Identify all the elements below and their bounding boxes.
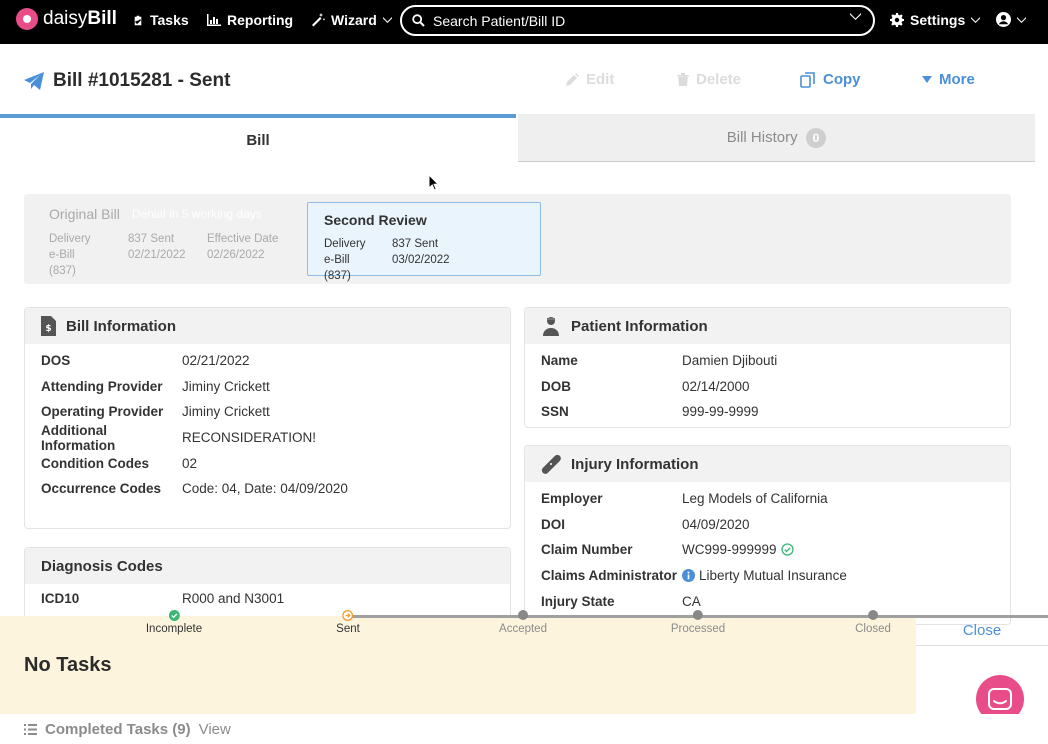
user-menu[interactable] — [996, 12, 1026, 27]
original-bill-card[interactable]: Original Bill Denial in 5 working days D… — [49, 206, 289, 279]
nav-wizard[interactable]: Wizard — [311, 12, 392, 28]
brand-name: daisyBill — [43, 8, 117, 29]
edit-button[interactable]: Edit — [566, 71, 614, 88]
status-step-sent: Sent — [336, 610, 360, 635]
page-header: Bill #1015281 - Sent Edit Delete Copy Mo… — [0, 44, 1048, 114]
check-circle-icon — [780, 543, 794, 557]
no-tasks-message: No Tasks — [24, 654, 112, 676]
list-item: Claim Number WC999-999999 — [525, 537, 1010, 563]
patient-information-panel: Patient Information Name Damien Djibouti … — [524, 307, 1011, 428]
trash-icon — [677, 73, 689, 86]
bar-chart-icon — [207, 14, 221, 26]
nav-settings[interactable]: Settings — [890, 12, 981, 28]
page-title: Bill #1015281 - Sent — [24, 70, 230, 92]
more-button[interactable]: More — [922, 71, 975, 88]
list-item: Claims Administrator Liberty Mutual Insu… — [541, 568, 847, 584]
chevron-down-icon — [1017, 16, 1026, 23]
second-review-card[interactable]: Second Review Delivery e-Bill (837) 837 … — [307, 202, 541, 282]
chevron-down-icon[interactable] — [850, 13, 861, 20]
copy-icon — [800, 71, 815, 88]
denial-note: Denial in 5 working days — [131, 207, 262, 221]
tasks-drawer: No Tasks Incomplete Sent Accepted Proces… — [0, 608, 1048, 744]
clipboard-check-icon — [133, 13, 143, 27]
status-step-closed: Closed — [855, 610, 891, 635]
pencil-icon — [566, 73, 579, 86]
list-item: SSN 999-99-9999 — [541, 404, 759, 420]
injury-information-panel: Injury Information Employer Leg Models of… — [524, 445, 1011, 625]
chevron-down-icon — [382, 17, 392, 23]
status-step-incomplete: Incomplete — [146, 610, 202, 635]
magic-wand-icon — [312, 13, 325, 27]
list-item: DOI 04/09/2020 — [541, 516, 750, 532]
list-item: DOS 02/21/2022 — [41, 353, 250, 369]
search-placeholder: Search Patient/Bill ID — [433, 12, 566, 29]
bill-information-panel: $ Bill Information DOS 02/21/2022 Attendi… — [24, 307, 511, 529]
paper-plane-icon — [24, 72, 44, 90]
list-item: Attending Provider Jiminy Crickett — [41, 378, 270, 394]
chevron-down-icon — [971, 17, 981, 23]
arrow-circle-icon — [342, 610, 354, 621]
search-input[interactable]: Search Patient/Bill ID — [400, 5, 875, 36]
status-step-accepted: Accepted — [499, 610, 547, 635]
daisybill-logo[interactable]: daisyBill — [16, 8, 117, 30]
check-circle-icon — [168, 610, 180, 621]
status-step-processed: Processed — [671, 610, 725, 635]
history-count-badge: 0 — [805, 127, 827, 148]
daisy-flower-icon — [16, 8, 38, 30]
invoice-dollar-icon: $ — [41, 316, 56, 336]
delete-button[interactable]: Delete — [677, 71, 741, 88]
list-item: Occurrence Codes Code: 04, Date: 04/09/20… — [41, 481, 348, 497]
copy-button[interactable]: Copy — [800, 71, 861, 88]
bill-info-rows: DOS 02/21/2022 Attending Provider Jiminy C… — [25, 344, 510, 502]
view-link[interactable]: View — [199, 721, 231, 738]
list-item: Condition Codes 02 — [41, 455, 198, 471]
mouse-cursor-icon — [428, 174, 439, 191]
list-item: Operating Provider Jiminy Crickett — [41, 404, 270, 420]
claims-administrator-link[interactable]: Liberty Mutual Insurance — [682, 568, 847, 583]
list-item: Employer Leg Models of California — [541, 491, 828, 507]
nav-tasks[interactable]: Tasks — [132, 12, 189, 28]
list-item: DOB 02/14/2000 — [541, 378, 750, 394]
tab-bill-history[interactable]: Bill History 0 — [518, 114, 1035, 162]
user-avatar-icon — [996, 12, 1011, 27]
nav-reporting[interactable]: Reporting — [207, 12, 293, 28]
patient-icon — [543, 317, 559, 336]
info-circle-icon — [682, 569, 695, 583]
top-navbar: daisyBill Tasks Reporting Wizard Search … — [0, 0, 1048, 44]
svg-text:$: $ — [45, 324, 51, 334]
tasks-body: No Tasks — [0, 616, 916, 714]
list-item: Additional Information RECONSIDERATION! — [41, 422, 317, 453]
bill-tabs: Bill Bill History 0 — [0, 114, 1035, 162]
chat-icon — [988, 688, 1012, 710]
list-icon — [24, 723, 37, 735]
caret-down-icon — [922, 76, 932, 83]
close-button[interactable]: Close — [916, 616, 1048, 646]
tab-bill[interactable]: Bill — [0, 114, 516, 162]
list-item: Name Damien Djibouti — [541, 353, 778, 369]
search-icon — [412, 14, 425, 27]
gear-icon — [890, 13, 904, 27]
bandage-icon — [541, 454, 561, 474]
bill-timeline: Original Bill Denial in 5 working days D… — [24, 194, 1011, 284]
completed-tasks-bar[interactable]: Completed Tasks (9) View — [0, 714, 1048, 744]
